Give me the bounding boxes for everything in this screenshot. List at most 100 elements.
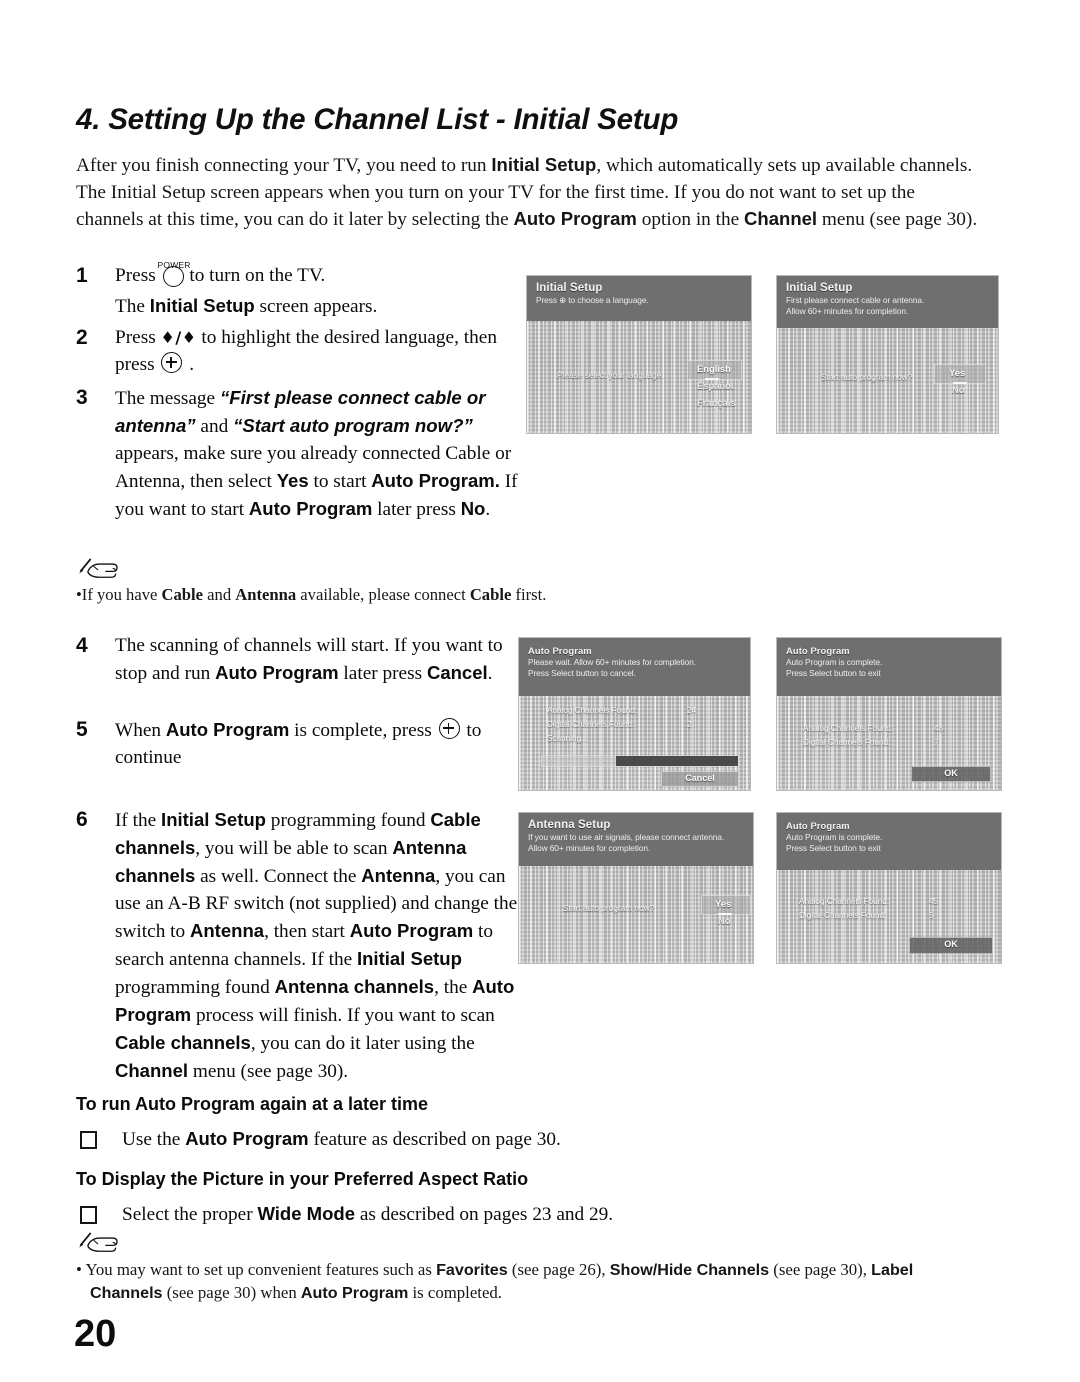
step-6-text-3: , you will be able to scan <box>195 838 393 859</box>
screen-message: Please select your language. <box>557 370 664 380</box>
footnote-block: • You may want to set up convenient feat… <box>76 1228 981 1304</box>
tv-screen-header: Initial Setup First please connect cable… <box>777 276 998 328</box>
option-no[interactable]: No <box>718 915 731 926</box>
section-run-auto-program-later: To run Auto Program again at a later tim… <box>76 1094 981 1153</box>
steps-list-three: 6 If the Initial Setup programming found… <box>76 806 526 1087</box>
note-bold-antenna: Antenna <box>235 585 297 604</box>
select-button-icon <box>161 352 183 373</box>
screen-title: Initial Setup <box>786 282 853 294</box>
step-6-bold-antenna: Antenna <box>361 865 436 886</box>
option-espanol[interactable]: Español <box>697 380 733 391</box>
step-5-bold-auto-program: Auto Program <box>165 719 290 740</box>
step-1-bold-initial-setup: Initial Setup <box>149 295 255 316</box>
intro-text-3: option in the <box>636 209 745 231</box>
footnote-bold-show-hide-channels: Show/Hide Channels <box>609 1261 770 1279</box>
screenshot-initial-setup-start-auto-program: Initial Setup First please connect cable… <box>777 276 998 433</box>
tv-screen-body: Initial Setup First please connect cable… <box>777 276 998 433</box>
option-english[interactable]: English <box>697 363 731 374</box>
checkbox-icon <box>80 1131 97 1149</box>
intro-text-1: After you finish connecting your TV, you… <box>76 155 492 176</box>
intro-paragraph: After you finish connecting your TV, you… <box>76 152 981 234</box>
screen-subtitle-1: Press ⊕ to choose a language. <box>536 295 649 305</box>
step-2-text-end: . <box>184 354 195 375</box>
step-6-bold-initial-setup: Initial Setup <box>161 809 266 830</box>
screen-subtitle-2: Allow 60+ minutes for completion. <box>528 842 651 853</box>
step-1-text-press: Press <box>115 265 161 286</box>
row-digital-channels-value: 7 <box>934 738 939 747</box>
page-title: 4. Setting Up the Channel List - Initial… <box>76 103 679 136</box>
hand-with-pen-icon <box>78 1232 118 1252</box>
step-6-text-2: programming found <box>265 810 431 831</box>
step-6-bold-initial-setup-2: Initial Setup <box>356 948 462 969</box>
step-number: 5 <box>76 718 88 741</box>
step-3-text-1: The message <box>115 388 220 409</box>
step-6-bold-auto-program: Auto Program <box>349 920 474 941</box>
step-3-bold-auto-program: Auto Program. <box>371 470 500 491</box>
hand-with-pen-icon <box>78 558 118 578</box>
screen-subtitle-2: Allow 60+ minutes for completion. <box>786 305 909 316</box>
screenshot-antenna-setup: Antenna Setup If you want to use air sig… <box>519 813 753 963</box>
tv-screen-header: Auto Program Please wait. Allow 60+ minu… <box>519 638 750 696</box>
step-1-line-1: Press POWER to turn on the TV. <box>115 260 526 292</box>
step-5-text-2: is complete, press <box>289 720 437 741</box>
step-2-body: Press ♦/♦ to highlight the desired langu… <box>115 324 526 378</box>
screen-title: Auto Program <box>786 645 850 656</box>
step-1-text-the: The <box>115 296 150 317</box>
progress-bar-fill <box>616 756 738 766</box>
footnote-text-1: • You may want to set up convenient feat… <box>76 1260 437 1279</box>
step-5-body: When Auto Program is complete, press to … <box>115 716 526 771</box>
section-item: Use the Auto Program feature as describe… <box>76 1126 981 1153</box>
row-digital-channels-value: 2 <box>687 720 692 729</box>
step-1-text-screen: screen appears. <box>254 296 378 317</box>
step-3-text-and: and <box>195 416 234 437</box>
step-3-bold-yes: Yes <box>276 470 309 491</box>
option-no[interactable]: No <box>952 384 965 395</box>
step-4-body: The scanning of channels will start. If … <box>115 632 526 687</box>
checkbox-icon <box>80 1206 97 1224</box>
section-item-bold-auto-program: Auto Program <box>185 1128 309 1149</box>
step-4-text-3: . <box>487 663 493 684</box>
section-heading: To run Auto Program again at a later tim… <box>76 1094 429 1114</box>
step-6-bold-channel: Channel <box>115 1060 189 1081</box>
step-number: 1 <box>76 264 88 287</box>
note-text-3: available, please connect <box>296 585 470 604</box>
page-number: 20 <box>74 1313 117 1355</box>
footnote-text-5: is completed. <box>408 1282 503 1302</box>
step-6-text-12: menu (see page 30). <box>188 1061 349 1082</box>
section-item: Select the proper Wide Mode as described… <box>76 1201 981 1228</box>
step-4-bold-auto-program: Auto Program <box>215 662 339 683</box>
step-number: 3 <box>76 386 88 409</box>
option-yes[interactable]: Yes <box>715 898 731 909</box>
up-down-arrows-icon: ♦/♦ <box>160 328 197 347</box>
screen-subtitle-1: Auto Program is complete. <box>786 832 883 842</box>
step-3-text-6: . <box>485 499 491 520</box>
screen-subtitle-2: Press Select button to cancel. <box>528 667 636 678</box>
screenshot-auto-program-scanning: Auto Program Please wait. Allow 60+ minu… <box>519 638 750 790</box>
row-analog-channels-value: 24 <box>687 706 697 715</box>
step-3-text-3: to start <box>308 471 372 492</box>
steps-list-two: 4 The scanning of channels will start. I… <box>76 632 526 774</box>
step-3: 3 The message “First please connect cabl… <box>76 384 526 534</box>
tv-screen-body: Auto Program Auto Program is complete. P… <box>777 813 1001 963</box>
row-analog-channels-label: Analog Channels Found: <box>547 706 638 715</box>
step-2: 2 Press ♦/♦ to highlight the desired lan… <box>76 324 526 378</box>
row-analog-channels-label: Analog Channels Found: <box>803 724 894 733</box>
step-number: 2 <box>76 326 88 349</box>
section-item-text-2: as described on pages 23 and 29. <box>355 1204 614 1225</box>
power-circle-icon <box>162 266 184 287</box>
tv-screen-body: Auto Program Please wait. Allow 60+ minu… <box>519 638 750 790</box>
footnote-text-3: (see page 30), <box>769 1260 872 1279</box>
option-yes[interactable]: Yes <box>949 367 965 378</box>
step-1: 1 Press POWER to turn on the TV. The Ini… <box>76 260 526 320</box>
screen-subtitle-2: Press Select button to exit <box>786 842 881 853</box>
footnote-bold-auto-program: Auto Program <box>300 1283 409 1302</box>
row-digital-channels-value: 5 <box>929 911 934 920</box>
step-3-quote-start-auto-program: “Start auto program now?” <box>233 415 473 436</box>
row-status-scanning: Scanning... <box>547 734 588 743</box>
step-6-body: If the Initial Setup programming found C… <box>115 806 526 1085</box>
cancel-button[interactable]: Cancel <box>661 771 739 787</box>
ok-button[interactable]: OK <box>911 766 991 782</box>
option-francais[interactable]: Français <box>697 397 736 408</box>
ok-button[interactable]: OK <box>909 937 993 954</box>
step-6-text-1: If the <box>115 810 162 831</box>
